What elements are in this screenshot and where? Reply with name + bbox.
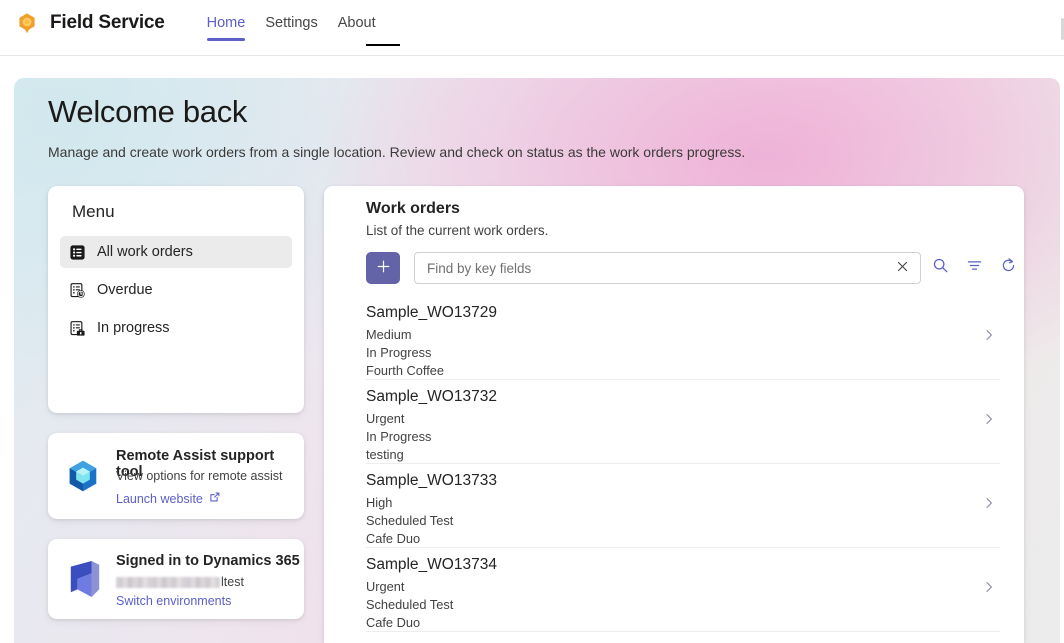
work-orders-title: Work orders <box>366 200 460 217</box>
document-clock-icon <box>68 281 86 299</box>
chevron-right-icon <box>982 496 996 510</box>
field-service-hex-logo-icon <box>14 10 40 36</box>
refresh-icon <box>1000 257 1017 279</box>
app-title: Field Service <box>50 12 165 33</box>
sidebar-item-label: Overdue <box>97 282 153 298</box>
menu-list: All work orders Overdue In progress <box>60 236 292 350</box>
work-order-account: Cafe Duo <box>366 615 421 630</box>
open-in-new-icon <box>209 491 221 506</box>
nav-item-about[interactable]: About <box>328 0 386 46</box>
chevron-right-icon <box>982 412 996 426</box>
environment-suffix: ltest <box>221 575 244 589</box>
welcome-hero-panel: Welcome back Manage and create work orde… <box>14 78 1060 643</box>
plus-icon <box>376 259 391 277</box>
filter-icon <box>966 257 983 279</box>
work-order-status: In Progress <box>366 345 432 360</box>
menu-card: Menu All work orders Overdue In progress <box>48 186 304 413</box>
document-toolbox-icon <box>68 319 86 337</box>
search-input[interactable] <box>427 260 892 276</box>
nav-item-settings[interactable]: Settings <box>255 0 327 46</box>
sidebar-item-overdue[interactable]: Overdue <box>60 274 292 306</box>
add-work-order-button[interactable] <box>366 252 400 284</box>
app-header: Field Service Home Settings About <box>0 0 1064 46</box>
work-order-account: testing <box>366 447 404 462</box>
work-orders-toolbar <box>366 252 1014 284</box>
remote-assist-card: Remote Assist support tool View options … <box>48 433 304 519</box>
search-button[interactable] <box>925 253 955 283</box>
dynamics-365-icon <box>68 561 102 597</box>
work-order-name: Sample_WO13734 <box>366 556 497 573</box>
nav-item-home[interactable]: Home <box>197 0 256 46</box>
header-divider <box>0 55 1064 56</box>
switch-environments-link[interactable]: Switch environments <box>116 594 231 608</box>
dynamics-environment-name: ltest <box>116 575 244 589</box>
menu-card-title: Menu <box>72 202 115 221</box>
work-orders-subtitle: List of the current work orders. <box>366 223 549 238</box>
sidebar-item-in-progress[interactable]: In progress <box>60 312 292 344</box>
work-order-account: Fourth Coffee <box>366 363 445 378</box>
work-order-priority: Medium <box>366 327 412 342</box>
filter-button[interactable] <box>959 253 989 283</box>
sidebar-item-label: In progress <box>97 320 170 336</box>
redacted-environment-text <box>116 576 220 588</box>
sidebar-item-all-work-orders[interactable]: All work orders <box>60 236 292 268</box>
dynamics-signin-card: Signed in to Dynamics 365 ltest Switch e… <box>48 539 304 619</box>
work-order-status: Scheduled Test <box>366 597 454 612</box>
dynamics-signin-title: Signed in to Dynamics 365 <box>116 553 300 569</box>
table-row[interactable]: Sample_WO13734 Urgent Scheduled Test Caf… <box>366 548 1000 632</box>
remote-assist-subtitle: View options for remote assist <box>116 469 283 483</box>
work-orders-card: Work orders List of the current work ord… <box>324 186 1024 643</box>
chevron-right-icon <box>982 580 996 594</box>
page-subtitle: Manage and create work orders from a sin… <box>48 144 746 160</box>
work-order-status: In Progress <box>366 429 432 444</box>
work-order-status: Scheduled Test <box>366 513 454 528</box>
table-row[interactable]: Sample_WO13729 Medium In Progress Fourth… <box>366 296 1000 380</box>
work-order-priority: High <box>366 495 393 510</box>
table-row[interactable]: Sample_WO13732 Urgent In Progress testin… <box>366 380 1000 464</box>
list-filled-icon <box>68 243 86 261</box>
table-row[interactable]: Sample_WO13733 High Scheduled Test Cafe … <box>366 464 1000 548</box>
work-order-account: Cafe Duo <box>366 531 421 546</box>
clear-search-button[interactable] <box>892 258 912 278</box>
work-order-name: Sample_WO13733 <box>366 472 497 489</box>
main-nav: Home Settings About <box>197 0 386 46</box>
work-order-name: Sample_WO13732 <box>366 388 497 405</box>
page-title: Welcome back <box>48 94 248 129</box>
close-icon <box>896 260 909 276</box>
launch-website-label: Launch website <box>116 491 203 506</box>
work-order-priority: Urgent <box>366 411 405 426</box>
refresh-button[interactable] <box>993 253 1023 283</box>
remote-assist-cube-icon <box>64 457 102 495</box>
work-orders-list: Sample_WO13729 Medium In Progress Fourth… <box>324 296 1024 643</box>
work-order-priority: Urgent <box>366 579 405 594</box>
focus-underline-marker <box>366 44 400 46</box>
search-field-wrapper[interactable] <box>414 252 921 284</box>
sidebar-item-label: All work orders <box>97 244 193 260</box>
chevron-right-icon <box>982 328 996 342</box>
work-order-name: Sample_WO13729 <box>366 304 497 321</box>
search-icon <box>932 257 949 279</box>
launch-website-link[interactable]: Launch website <box>116 491 221 506</box>
